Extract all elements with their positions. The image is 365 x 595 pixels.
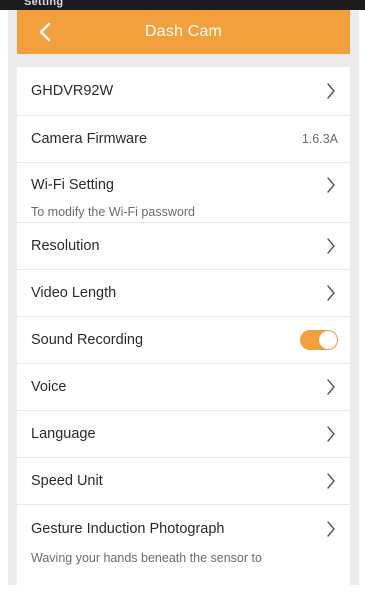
chevron-right-icon (324, 472, 338, 490)
settings-item-label: Language (31, 426, 96, 442)
settings-item-video-length[interactable]: Video Length (17, 270, 350, 317)
settings-item-language[interactable]: Language (17, 411, 350, 458)
settings-item-speed-unit[interactable]: Speed Unit (17, 458, 350, 505)
status-bar-text: Setting (24, 0, 64, 8)
settings-item-device-name[interactable]: GHDVR92W (17, 67, 350, 116)
chevron-right-icon (324, 378, 338, 396)
chevron-left-icon (39, 22, 51, 42)
settings-item-resolution[interactable]: Resolution (17, 223, 350, 270)
settings-item-wifi[interactable]: Wi-Fi Setting To modify the Wi-Fi passwo… (17, 163, 350, 223)
firmware-version: 1.6.3A (301, 132, 338, 146)
toggle-knob (319, 331, 337, 349)
settings-item-label: Speed Unit (31, 473, 103, 489)
settings-item-label: Camera Firmware (31, 131, 148, 147)
app-header: Dash Cam (17, 10, 350, 54)
chevron-right-icon (324, 237, 338, 255)
settings-item-label: Resolution (31, 238, 100, 254)
settings-item-sound-recording: Sound Recording (17, 317, 350, 364)
settings-screen: Dash Cam GHDVR92W Camera Firmware 1.6.3A… (8, 10, 359, 585)
settings-item-gesture[interactable]: Gesture Induction Photograph Waving your… (17, 505, 350, 565)
page-title: Dash Cam (144, 23, 223, 40)
chevron-right-icon (324, 284, 338, 302)
sound-recording-toggle[interactable] (300, 330, 338, 350)
chevron-right-icon (324, 425, 338, 443)
chevron-right-icon (324, 520, 338, 538)
settings-item-label: Wi-Fi Setting (31, 177, 114, 193)
settings-item-label: Video Length (31, 285, 117, 301)
settings-item-label: Sound Recording (31, 332, 144, 348)
back-button[interactable] (31, 10, 59, 54)
settings-item-description: To modify the Wi-Fi password (31, 205, 195, 219)
settings-list: GHDVR92W Camera Firmware 1.6.3A Wi-Fi Se… (17, 67, 350, 585)
chevron-right-icon (324, 82, 338, 100)
settings-item-firmware: Camera Firmware 1.6.3A (17, 116, 350, 163)
settings-item-voice[interactable]: Voice (17, 364, 350, 411)
chevron-right-icon (324, 176, 338, 194)
settings-item-label: Voice (31, 379, 67, 395)
settings-item-label: GHDVR92W (31, 83, 114, 99)
settings-item-label: Gesture Induction Photograph (31, 521, 225, 537)
settings-item-description: Waving your hands beneath the sensor to (31, 551, 262, 565)
status-bar: Setting (0, 0, 365, 10)
